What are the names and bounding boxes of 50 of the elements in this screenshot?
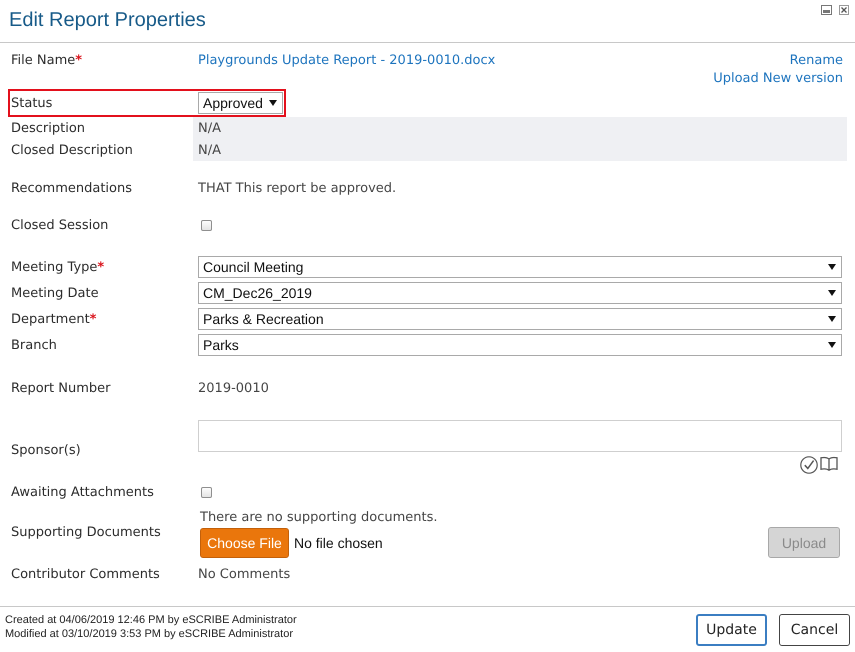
dropdown[interactable]: Approved [198, 92, 283, 114]
field-label: Report Number [11, 380, 110, 396]
dropdown[interactable]: Parks [198, 334, 842, 356]
field-label: Sponsor(s) [11, 443, 81, 458]
footer-button[interactable]: Cancel [779, 614, 850, 646]
field-label: Closed Description [11, 142, 133, 158]
footer-button[interactable]: Update [696, 614, 767, 646]
field-value: 2019-0010 [198, 380, 269, 396]
caret-icon [828, 264, 836, 270]
field-label: Status [11, 96, 52, 110]
required-mark: * [75, 53, 82, 68]
field-label: File Name [11, 53, 76, 68]
caret-icon [828, 342, 836, 348]
action-link[interactable]: Rename [790, 52, 843, 70]
dropdown[interactable]: Council Meeting [198, 256, 842, 278]
action-link[interactable]: Upload New version [713, 70, 843, 88]
created-info: Created at 04/06/2019 12:46 PM by eSCRIBE Administrator [5, 614, 297, 626]
field-label: Department [11, 312, 90, 326]
field-label: Meeting Type [11, 260, 98, 274]
window-icon[interactable] [821, 5, 832, 15]
file-link[interactable]: Playgrounds Update Report - 2019-0010.docx [198, 52, 496, 88]
modified-info: Modified at 03/10/2019 3:53 PM by eSCRIBE Administrator [5, 628, 293, 640]
field-value: N/A [193, 117, 847, 139]
checkbox[interactable] [201, 220, 212, 230]
field-label: Description [11, 120, 86, 136]
file-status: No file chosen [294, 534, 383, 550]
dropdown[interactable]: Parks & Recreation [198, 308, 842, 330]
field-value: THAT This report be approved. [198, 180, 396, 196]
caret-icon [269, 100, 277, 106]
field-label: Awaiting Attachments [11, 484, 154, 500]
field-value: There are no supporting documents. [200, 510, 438, 525]
field-value: N/A [193, 139, 847, 161]
field-label: Meeting Date [11, 286, 99, 300]
field-label: Contributor Comments [11, 566, 160, 582]
input-field[interactable] [198, 420, 842, 452]
field-label: Recommendations [11, 180, 132, 196]
close-icon[interactable] [839, 5, 849, 15]
field-label: Closed Session [11, 218, 108, 232]
dialog-title: Edit Report Properties [8, 8, 206, 32]
caret-icon [828, 316, 836, 322]
checkbox[interactable] [201, 486, 212, 498]
required-mark: * [97, 260, 104, 274]
check-circle-icon[interactable] [800, 456, 818, 474]
field-label: Branch [11, 338, 57, 352]
field-label: Supporting Documents [11, 524, 161, 540]
field-value: No Comments [198, 566, 290, 582]
required-mark: * [90, 312, 96, 326]
dropdown[interactable]: CM_Dec26_2019 [198, 282, 842, 304]
book-icon[interactable] [820, 456, 838, 471]
caret-icon [828, 290, 836, 296]
